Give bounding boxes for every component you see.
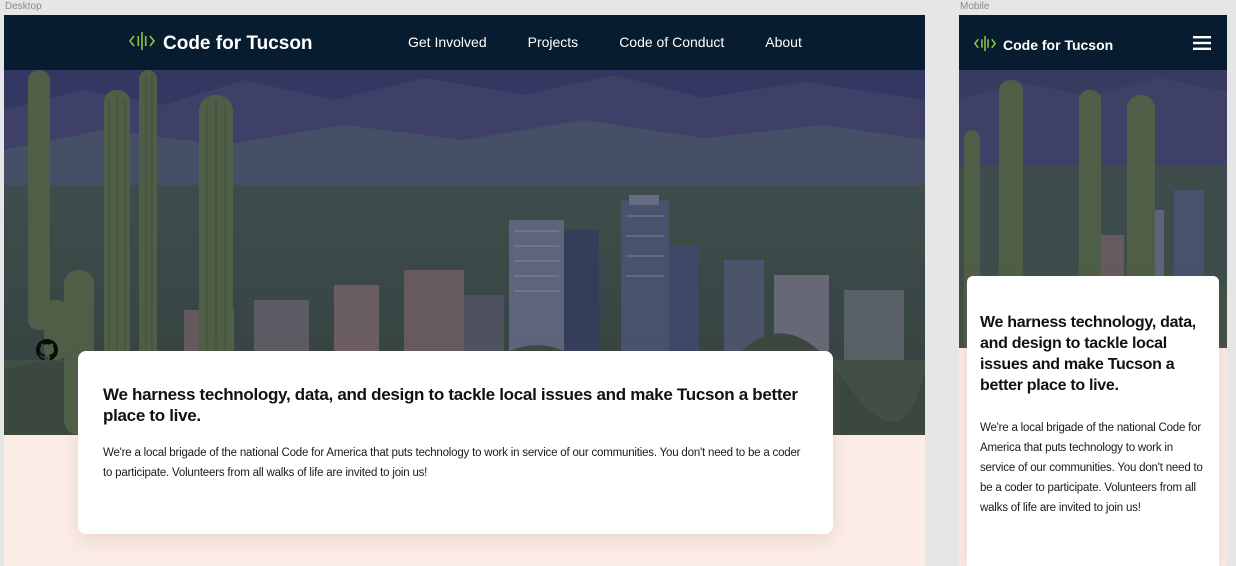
- desktop-frame-label: Desktop: [5, 1, 42, 12]
- mobile-top-nav: Code for Tucson: [959, 15, 1227, 70]
- mobile-frame-label: Mobile: [960, 1, 990, 12]
- code-brackets-logo-icon: [128, 30, 156, 58]
- nav-link-get-involved[interactable]: Get Involved: [408, 34, 487, 50]
- desktop-frame: Code for Tucson Get Involved Projects Co…: [4, 15, 925, 566]
- nav-link-about[interactable]: About: [765, 34, 802, 50]
- github-icon[interactable]: [36, 339, 58, 361]
- mobile-brand-logo-link[interactable]: Code for Tucson: [973, 34, 1114, 56]
- mobile-brand-name: Code for Tucson: [1003, 37, 1114, 53]
- mobile-hero-body: We're a local brigade of the national Co…: [980, 422, 1203, 514]
- code-brackets-logo-icon: [973, 34, 997, 56]
- brand-logo-link[interactable]: Code for Tucson: [128, 30, 313, 58]
- nav-link-projects[interactable]: Projects: [528, 34, 579, 50]
- brand-name: Code for Tucson: [163, 33, 313, 54]
- hero-card: We harness technology, data, and design …: [78, 351, 833, 534]
- mobile-hero-card: We harness technology, data, and design …: [967, 276, 1219, 566]
- nav-links: Get Involved Projects Code of Conduct Ab…: [408, 34, 843, 50]
- mobile-hero-heading: We harness technology, data, and design …: [980, 314, 1196, 394]
- nav-link-code-of-conduct[interactable]: Code of Conduct: [619, 34, 724, 50]
- top-nav: Code for Tucson Get Involved Projects Co…: [4, 15, 925, 70]
- mobile-frame: Code for Tucson We harness technology, d…: [959, 15, 1227, 566]
- hamburger-menu-icon[interactable]: [1193, 35, 1211, 51]
- hero-body: We're a local brigade of the national Co…: [103, 447, 801, 479]
- hero-heading: We harness technology, data, and design …: [103, 385, 798, 425]
